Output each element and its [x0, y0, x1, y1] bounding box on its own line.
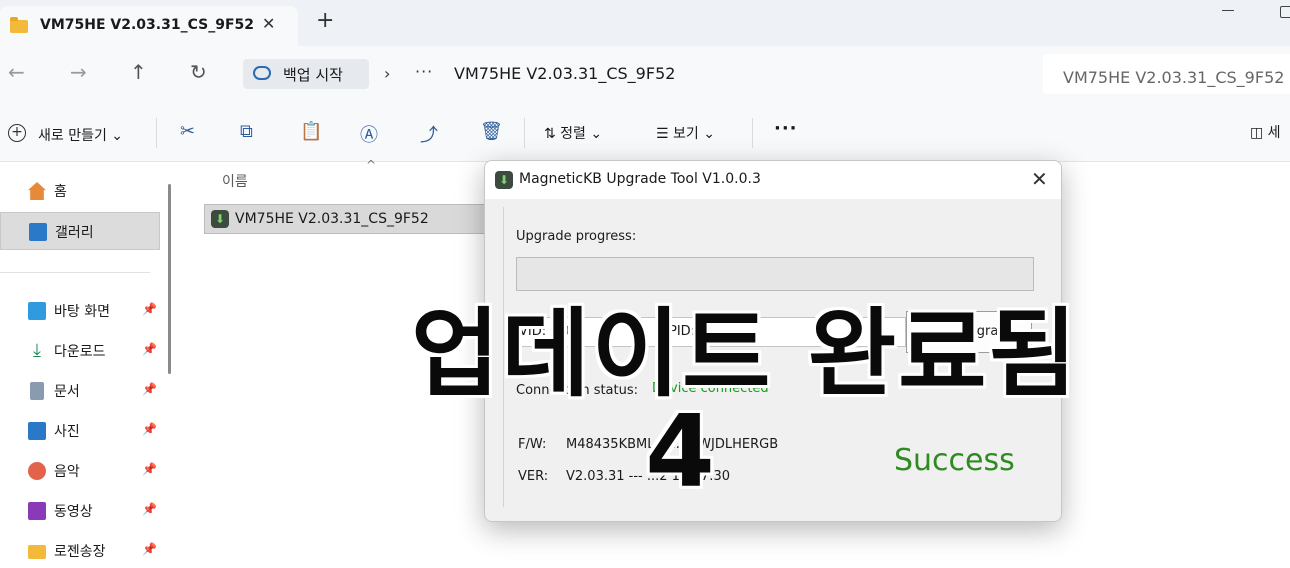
search-input[interactable]: VM75HE V2.03.31_CS_9F52 검 — [1043, 54, 1290, 94]
sidebar-item-label: 갤러리 — [55, 225, 94, 241]
sidebar-item-documents[interactable]: 문서 📌 — [0, 372, 160, 410]
plus-circle-icon: + — [8, 124, 26, 142]
folder-icon — [28, 545, 46, 559]
file-name: VM75HE V2.03.31_CS_9F52 — [235, 211, 429, 227]
pin-icon[interactable]: 📌 — [142, 542, 157, 556]
forward-icon[interactable]: → — [70, 60, 87, 84]
sidebar-item-music[interactable]: 음악 📌 — [0, 452, 160, 490]
path-field[interactable]: VM75HE V2.03.31_CS_9F52 — [440, 54, 1032, 94]
maximize-icon[interactable] — [1280, 6, 1290, 18]
breadcrumb-current[interactable]: VM75HE V2.03.31_CS_9F52 — [454, 64, 675, 83]
cloud-icon — [253, 66, 271, 80]
pin-icon[interactable]: 📌 — [142, 462, 157, 476]
tab-close-icon[interactable]: ✕ — [262, 14, 275, 33]
sidebar-item-downloads[interactable]: ⤓ 다운로드 📌 — [0, 332, 160, 370]
sidebar-item-folder[interactable]: 로젠송장 📌 — [0, 532, 160, 568]
sort-caret-icon: ^ — [366, 158, 377, 172]
overlay-step-number: 4 — [645, 393, 715, 510]
sidebar-item-gallery[interactable]: 갤러리 — [0, 212, 160, 250]
sidebar-item-pictures[interactable]: 사진 📌 — [0, 412, 160, 450]
overlay-caption-title: 업데이트 완료됨 — [411, 298, 1079, 410]
paste-icon[interactable]: 📋 — [300, 121, 322, 142]
firmware-label: F/W: — [518, 437, 547, 452]
sidebar: 홈 갤러리 바탕 화면 📌 ⤓ 다운로드 📌 문서 📌 사진 📌 음악 📌 동영… — [0, 162, 172, 568]
backup-button[interactable]: 백업 시작 — [243, 59, 369, 89]
minimize-icon[interactable] — [1222, 10, 1234, 11]
search-placeholder: VM75HE V2.03.31_CS_9F52 검 — [1063, 68, 1290, 87]
sidebar-divider — [0, 272, 150, 273]
pin-icon[interactable]: 📌 — [142, 502, 157, 516]
delete-icon[interactable]: 🗑 — [480, 121, 503, 142]
pin-icon[interactable]: 📌 — [142, 302, 157, 316]
rename-icon[interactable]: Ⓐ — [360, 121, 378, 147]
video-icon — [28, 502, 46, 520]
dialog-title: MagneticKB Upgrade Tool V1.0.0.3 — [519, 171, 761, 187]
sidebar-item-home[interactable]: 홈 — [0, 172, 160, 210]
new-label: 새로 만들기 ⌄ — [38, 128, 124, 144]
breadcrumb-chevron-icon[interactable]: › — [384, 64, 390, 83]
tab-title: VM75HE V2.03.31_CS_9F52 — [40, 17, 254, 33]
home-icon — [28, 182, 46, 200]
desktop-icon — [28, 302, 46, 320]
sidebar-item-desktop[interactable]: 바탕 화면 📌 — [0, 292, 160, 330]
divider — [524, 118, 525, 148]
download-icon: ⤓ — [33, 340, 41, 361]
dialog-titlebar[interactable]: ⬇ MagneticKB Upgrade Tool V1.0.0.3 ✕ — [485, 161, 1061, 199]
pin-icon[interactable]: 📌 — [142, 342, 157, 356]
sidebar-item-videos[interactable]: 동영상 📌 — [0, 492, 160, 530]
success-message: Success — [894, 443, 1015, 478]
music-icon — [28, 462, 46, 480]
document-icon — [30, 382, 44, 400]
app-icon: ⬇ — [495, 171, 513, 189]
new-tab-button[interactable]: + — [316, 10, 334, 32]
column-header-name[interactable]: 이름 — [222, 171, 248, 191]
sidebar-item-label: 사진 — [54, 424, 80, 440]
more-button[interactable]: ··· — [774, 118, 798, 139]
cut-icon[interactable]: ✂ — [180, 121, 195, 142]
sidebar-item-label: 다운로드 — [54, 344, 106, 360]
backup-label: 백업 시작 — [283, 66, 343, 84]
file-row[interactable]: ⬇ VM75HE V2.03.31_CS_9F52 — [204, 204, 486, 234]
pin-icon[interactable]: 📌 — [142, 422, 157, 436]
pictures-icon — [28, 422, 46, 440]
details-button[interactable]: ◫ 세 — [1250, 122, 1281, 142]
gallery-icon — [29, 223, 47, 241]
progress-label: Upgrade progress: — [516, 229, 637, 244]
version-label: VER: — [518, 469, 549, 484]
refresh-icon[interactable]: ↻ — [190, 60, 207, 84]
pin-icon[interactable]: 📌 — [142, 382, 157, 396]
sidebar-item-label: 동영상 — [54, 504, 93, 520]
up-icon[interactable]: ↑ — [130, 60, 147, 84]
sidebar-item-label: 홈 — [54, 184, 67, 200]
breadcrumb-more-button[interactable]: ··· — [415, 62, 433, 81]
address-bar: ← → ↑ ↻ 백업 시작 › ··· VM75HE V2.03.31_CS_9… — [0, 46, 1290, 104]
sidebar-item-label: 로젠송장 — [54, 544, 106, 560]
folder-icon — [10, 17, 28, 33]
sort-button[interactable]: ⇅ 정렬 ⌄ — [544, 123, 602, 143]
sidebar-scrollbar[interactable] — [168, 184, 171, 374]
divider — [752, 118, 753, 148]
dialog-close-icon[interactable]: ✕ — [1031, 167, 1048, 191]
back-icon[interactable]: ← — [8, 60, 25, 84]
divider — [156, 118, 157, 148]
sidebar-item-label: 음악 — [54, 464, 80, 480]
sidebar-item-label: 바탕 화면 — [54, 304, 110, 320]
tab-active[interactable]: VM75HE V2.03.31_CS_9F52 ✕ — [0, 6, 298, 46]
command-bar: + 새로 만들기 ⌄ ✂ ⧉ 📋 Ⓐ ⤴ 🗑 ⇅ 정렬 ⌄ ☰ 보기 ⌄ ···… — [0, 104, 1290, 162]
copy-icon[interactable]: ⧉ — [240, 121, 253, 142]
view-button[interactable]: ☰ 보기 ⌄ — [656, 123, 715, 143]
share-icon[interactable]: ⤴ — [420, 121, 438, 147]
installer-icon: ⬇ — [211, 210, 229, 228]
tab-bar: VM75HE V2.03.31_CS_9F52 ✕ + — [0, 0, 1290, 46]
sidebar-item-label: 문서 — [54, 384, 80, 400]
